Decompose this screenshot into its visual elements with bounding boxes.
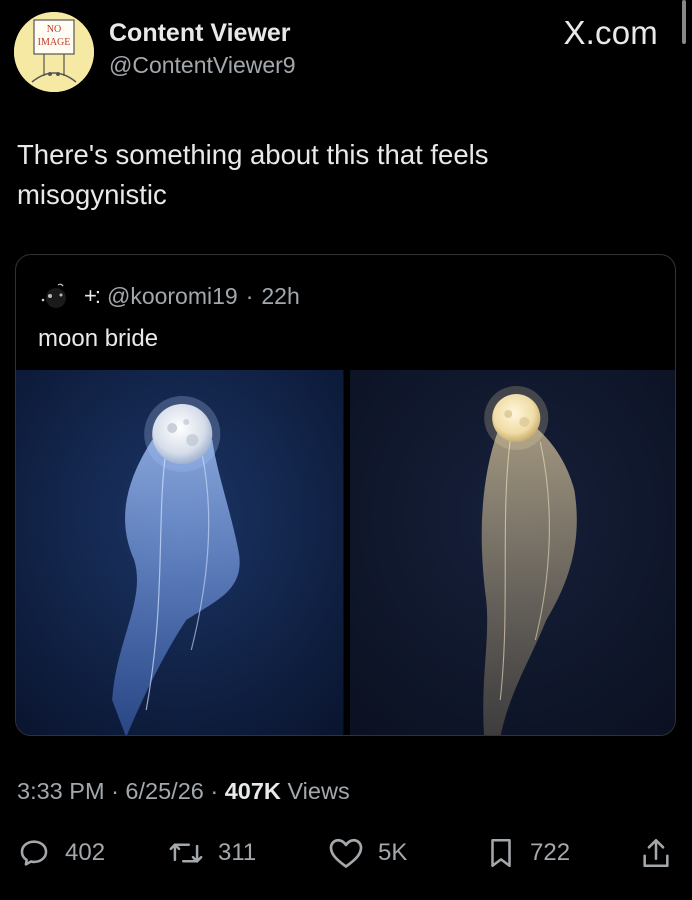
site-label: X.com	[563, 14, 658, 51]
bookmark-count: 722	[530, 839, 571, 866]
bookmark-button[interactable]: 722	[486, 830, 570, 876]
quoted-media-grid	[16, 370, 675, 735]
quoted-handle[interactable]: @kooromi19	[107, 283, 238, 310]
avatar-text-line2: IMAGE	[38, 37, 71, 48]
sparkle-icon: +:	[84, 283, 101, 308]
separator-dot: ·	[210, 778, 219, 804]
media-image-gold-moon[interactable]	[349, 370, 675, 735]
tweet-date[interactable]: 6/25/26	[125, 778, 203, 804]
like-count: 5K	[378, 839, 408, 866]
tweet-header: NO IMAGE Content Viewer @ContentViewer9 …	[0, 0, 692, 100]
moon-veil-blue-icon	[16, 370, 344, 735]
quoted-author-avatar-icon[interactable]	[36, 281, 76, 311]
reply-icon	[20, 840, 48, 866]
moon-veil-gold-icon	[349, 370, 675, 735]
views-count: 407K	[224, 778, 281, 804]
tweet-text-line: misogynistic	[17, 179, 167, 210]
tweet-text-line: There's something about this that feels	[17, 139, 489, 170]
share-icon	[643, 838, 669, 868]
quoted-tweet-header: +: @kooromi19 · 22h	[36, 281, 300, 311]
scrollbar-thumb[interactable]	[682, 0, 686, 44]
avatar-text-line1: NO	[47, 24, 61, 35]
reply-count: 402	[65, 839, 106, 866]
author-handle[interactable]: @ContentViewer9	[109, 52, 296, 79]
tweet-time[interactable]: 3:33 PM	[17, 778, 105, 804]
like-button[interactable]: 5K	[328, 830, 407, 876]
views-label: Views	[287, 778, 350, 804]
author-display-name[interactable]: Content Viewer	[109, 19, 291, 48]
tweet-text: There's something about this that feels …	[17, 135, 617, 215]
separator-dot: ·	[111, 778, 119, 804]
action-bar: 402 311 5K 722	[0, 830, 692, 876]
repost-button[interactable]: 311	[168, 830, 256, 876]
media-image-blue-moon[interactable]	[16, 370, 344, 735]
quoted-timestamp[interactable]: 22h	[261, 283, 299, 310]
share-button[interactable]	[640, 830, 672, 876]
separator-dot: ·	[245, 282, 254, 309]
bookmark-icon	[491, 838, 511, 868]
repost-icon	[169, 843, 203, 863]
repost-count: 311	[218, 839, 257, 866]
heart-icon	[329, 838, 363, 868]
author-avatar[interactable]: NO IMAGE	[14, 12, 94, 92]
quoted-text: moon bride	[38, 325, 159, 352]
tweet-metadata: 3:33 PM · 6/25/26 · 407K Views	[17, 778, 350, 805]
quoted-tweet-card[interactable]: +: @kooromi19 · 22h moon bride	[15, 254, 676, 736]
reply-button[interactable]: 402	[17, 830, 105, 876]
no-image-placeholder-icon: NO IMAGE	[14, 12, 94, 92]
